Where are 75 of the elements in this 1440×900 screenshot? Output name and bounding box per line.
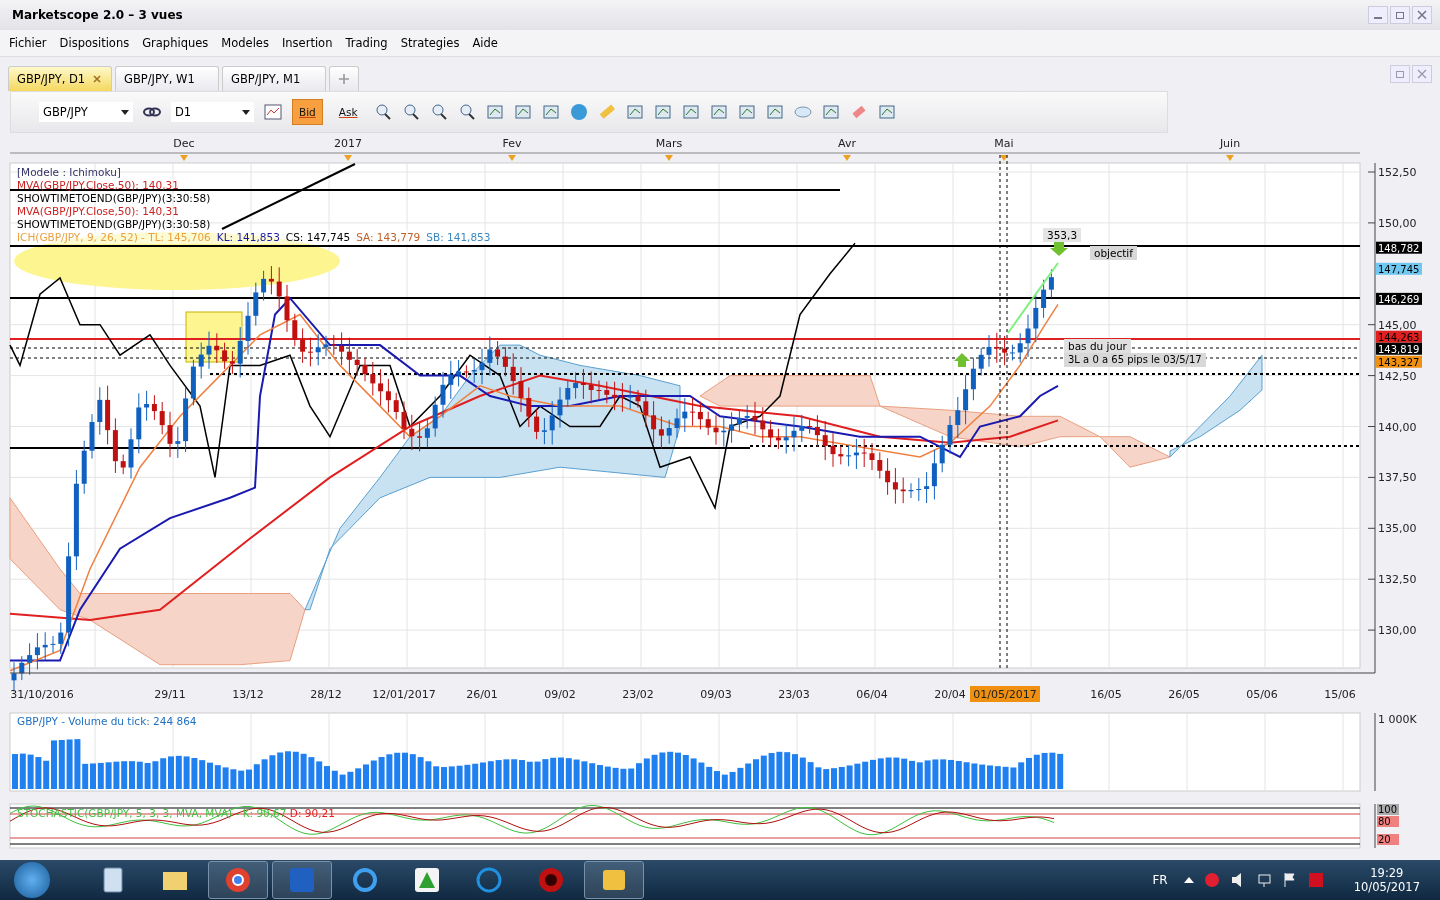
menu-item[interactable]: Graphiques (142, 36, 209, 50)
symbol-dropdown[interactable]: GBP/JPY (39, 102, 133, 122)
month-label: Fev (502, 137, 522, 150)
date-label: 20/04 (934, 688, 966, 701)
price-tick: 135,00 (1378, 522, 1417, 536)
date-label: 13/12 (232, 688, 264, 701)
date-label: 16/05 (1090, 688, 1122, 701)
price-badge: 143,327 (1376, 355, 1422, 368)
legend-text: MVA(GBP/JPY.Close,50): 140,31 (17, 205, 179, 218)
legend-text: SB: 141,853 (426, 231, 491, 244)
date-label: 15/06 (1324, 688, 1356, 701)
cursor-date-badge: 01/05/2017 (970, 686, 1040, 702)
chart-tab[interactable]: GBP/JPY, W1 (115, 66, 219, 91)
date-label: 05/06 (1246, 688, 1278, 701)
annotation-label: objectif (1090, 246, 1137, 260)
month-label: Avr (838, 137, 856, 150)
language-indicator[interactable]: FR (1152, 873, 1168, 887)
volume-tick: 1 000K (1378, 713, 1417, 726)
legend-text: CS: 147,745 (285, 231, 351, 244)
date-label: 29/11 (154, 688, 186, 701)
legend-text: KL: 141,853 (216, 231, 280, 244)
annotation-label: 353,3 (1043, 228, 1082, 242)
menu-item[interactable]: Modeles (221, 36, 269, 50)
date-label: 12/01/2017 (372, 688, 436, 701)
price-tick: 140,00 (1378, 420, 1417, 434)
month-label: Dec (173, 137, 195, 150)
price-tick: 150,00 (1378, 216, 1417, 230)
menu-item[interactable]: Insertion (281, 36, 333, 50)
legend-text: SA: 143,779 (356, 231, 421, 244)
month-label: Mars (655, 137, 683, 150)
date-label: 23/02 (622, 688, 654, 701)
legend-text: SHOWTIMETOEND(GBP/JPY)(3:30:58) (17, 218, 211, 231)
clock[interactable]: 19:29 10/05/2017 (1353, 866, 1420, 894)
legend-text: [Modele : Ichimoku] (17, 166, 121, 179)
date-label: 06/04 (856, 688, 888, 701)
date-label: 23/03 (778, 688, 810, 701)
price-badge: 144,263 (1376, 330, 1422, 343)
date-label: 28/12 (310, 688, 342, 701)
month-label: Mai (994, 137, 1014, 150)
price-badge: 148,782 (1376, 241, 1422, 254)
menu-item[interactable]: Aide (472, 36, 498, 50)
date-label: 31/10/2016 (10, 688, 74, 701)
legend-text: SHOWTIMETOEND(GBP/JPY)(3:30:58) (17, 192, 211, 205)
legend-text: ICH(GBP/JPY, 9, 26, 52) - TL: 145,706 (17, 231, 211, 244)
menu-item[interactable]: Dispositions (59, 36, 130, 50)
stochastic-tick: 80 (1377, 816, 1399, 827)
month-label: Juin (1219, 137, 1241, 150)
legend-text: MVA(GBP/JPY.Close,50): 140,31 (17, 179, 179, 192)
price-button[interactable]: Ask (332, 100, 364, 124)
month-label: 2017 (334, 137, 362, 150)
stochastic-tick: 100 (1377, 804, 1399, 815)
price-tick: 152,50 (1378, 166, 1417, 179)
annotation-label: bas du jour (1064, 339, 1131, 353)
price-tick: 145,00 (1378, 318, 1417, 332)
stochastic-tick: 20 (1377, 834, 1399, 845)
date-label: 26/01 (466, 688, 498, 701)
price-tick: 130,00 (1378, 624, 1417, 638)
price-tick: 142,50 (1378, 369, 1417, 383)
chart-tab[interactable]: GBP/JPY, M1 (222, 66, 326, 91)
price-tick: 132,50 (1378, 573, 1417, 587)
annotation-label: 3L a 0 a 65 pips le 03/5/17 (1064, 353, 1206, 367)
price-badge: 147,745 (1376, 262, 1422, 275)
price-tick: 137,50 (1378, 471, 1417, 485)
menu-item[interactable]: Trading (345, 36, 388, 50)
date-label: 09/02 (544, 688, 576, 701)
period-dropdown[interactable]: D1 (171, 102, 254, 122)
window-title: Marketscope 2.0 – 3 vues (12, 8, 183, 22)
date-label: 09/03 (700, 688, 732, 701)
volume-title: GBP/JPY - Volume du tick: 244 864 (17, 715, 197, 727)
chart-tab[interactable]: GBP/JPY, D1 (8, 66, 112, 91)
date-label: 26/05 (1168, 688, 1200, 701)
price-badge: 146,269 (1376, 292, 1422, 305)
menu-item[interactable]: Fichier (9, 36, 47, 50)
menu-item[interactable]: Strategies (400, 36, 460, 50)
price-button[interactable]: Bid (292, 99, 323, 125)
